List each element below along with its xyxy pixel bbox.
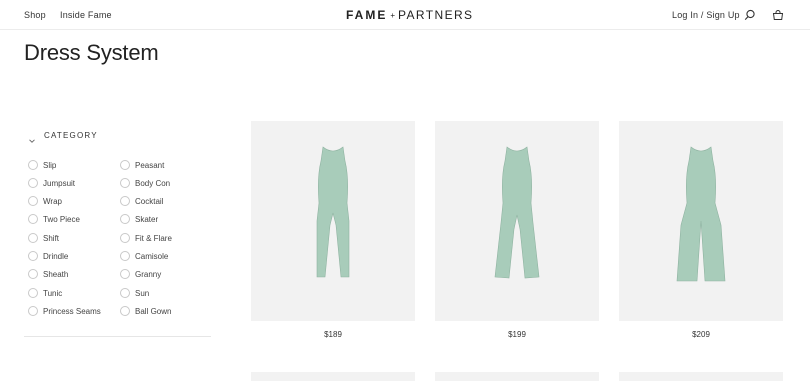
filter-option-label: Ball Gown <box>135 306 172 316</box>
radio-icon[interactable] <box>120 269 130 279</box>
radio-icon[interactable] <box>28 288 38 298</box>
filter-option[interactable]: Peasant <box>120 160 164 170</box>
radio-icon[interactable] <box>120 233 130 243</box>
radio-icon[interactable] <box>28 306 38 316</box>
product-card[interactable] <box>251 372 415 381</box>
filter-option[interactable]: Ball Gown <box>120 306 171 316</box>
site-header: Shop Inside Fame FAME + PARTNERS Log In / … <box>0 0 810 30</box>
radio-icon[interactable] <box>120 251 130 261</box>
product-card[interactable] <box>251 121 415 321</box>
filter-option[interactable]: Princess Seams <box>28 306 101 316</box>
filter-option[interactable]: Fit & Flare <box>120 233 172 243</box>
jumpsuit-image <box>316 146 350 278</box>
filter-option-label: Tunic <box>43 288 63 298</box>
radio-icon[interactable] <box>120 214 130 224</box>
product-price[interactable]: $209 <box>619 330 783 339</box>
product-card[interactable] <box>619 372 783 381</box>
filter-option-label: Peasant <box>135 160 165 170</box>
filter-option[interactable]: Jumpsuit <box>28 178 75 188</box>
filter-option-label: Granny <box>135 269 162 279</box>
category-filter-toggle[interactable]: CATEGORY <box>28 131 98 143</box>
category-label: CATEGORY <box>44 131 98 140</box>
filter-option[interactable]: Camisole <box>120 251 168 261</box>
nav-shop-link[interactable]: Shop <box>24 10 46 20</box>
filter-option[interactable]: Sun <box>120 288 149 298</box>
radio-icon[interactable] <box>120 160 130 170</box>
product-card[interactable] <box>619 121 783 321</box>
filter-option[interactable]: Cocktail <box>120 196 163 206</box>
logo-separator: + <box>390 11 396 20</box>
filter-option-label: Slip <box>43 160 57 170</box>
filter-option[interactable]: Two Piece <box>28 214 80 224</box>
filter-option-label: Body Con <box>135 178 171 188</box>
filter-divider <box>24 336 211 337</box>
filter-option-label: Two Piece <box>43 214 80 224</box>
filter-option-label: Cocktail <box>135 196 164 206</box>
filter-option-label: Jumpsuit <box>43 178 76 188</box>
filter-option[interactable]: Shift <box>28 233 59 243</box>
product-price[interactable]: $189 <box>251 330 415 339</box>
chevron-down-icon <box>28 132 36 143</box>
filter-option-label: Camisole <box>135 251 169 261</box>
jumpsuit-image <box>494 146 540 279</box>
radio-icon[interactable] <box>28 178 38 188</box>
product-card[interactable] <box>435 121 599 321</box>
filter-option-label: Princess Seams <box>43 306 101 316</box>
radio-icon[interactable] <box>28 251 38 261</box>
login-signup-link[interactable]: Log In / Sign Up <box>672 10 740 20</box>
page-title: Dress System <box>24 40 159 65</box>
logo-partners: PARTNERS <box>398 8 474 22</box>
radio-icon[interactable] <box>28 196 38 206</box>
product-price[interactable]: $199 <box>435 330 599 339</box>
radio-icon[interactable] <box>120 288 130 298</box>
radio-icon[interactable] <box>28 233 38 243</box>
radio-icon[interactable] <box>28 269 38 279</box>
site-logo[interactable]: FAME + PARTNERS <box>346 8 473 22</box>
filter-option[interactable]: Skater <box>120 214 158 224</box>
filter-option-label: Fit & Flare <box>135 233 172 243</box>
filter-option-label: Shift <box>43 233 60 243</box>
radio-icon[interactable] <box>28 214 38 224</box>
filter-option[interactable]: Sheath <box>28 269 68 279</box>
radio-icon[interactable] <box>120 196 130 206</box>
search-icon[interactable] <box>744 8 756 20</box>
filter-option-label: Drindle <box>43 251 69 261</box>
radio-icon[interactable] <box>120 306 130 316</box>
filter-option[interactable]: Drindle <box>28 251 68 261</box>
filter-option[interactable]: Wrap <box>28 196 62 206</box>
radio-icon[interactable] <box>120 178 130 188</box>
nav-inside-fame-link[interactable]: Inside Fame <box>60 10 112 20</box>
product-card[interactable] <box>435 372 599 381</box>
logo-brand: FAME <box>346 8 388 22</box>
filter-option-label: Skater <box>135 214 159 224</box>
filter-option[interactable]: Tunic <box>28 288 62 298</box>
jumpsuit-image <box>676 146 726 282</box>
filter-option-label: Wrap <box>43 196 62 206</box>
filter-option[interactable]: Body Con <box>120 178 170 188</box>
radio-icon[interactable] <box>28 160 38 170</box>
filter-option[interactable]: Granny <box>120 269 161 279</box>
filter-option[interactable]: Slip <box>28 160 56 170</box>
bag-icon[interactable] <box>772 8 784 20</box>
filter-option-label: Sun <box>135 288 150 298</box>
filter-option-label: Sheath <box>43 269 69 279</box>
